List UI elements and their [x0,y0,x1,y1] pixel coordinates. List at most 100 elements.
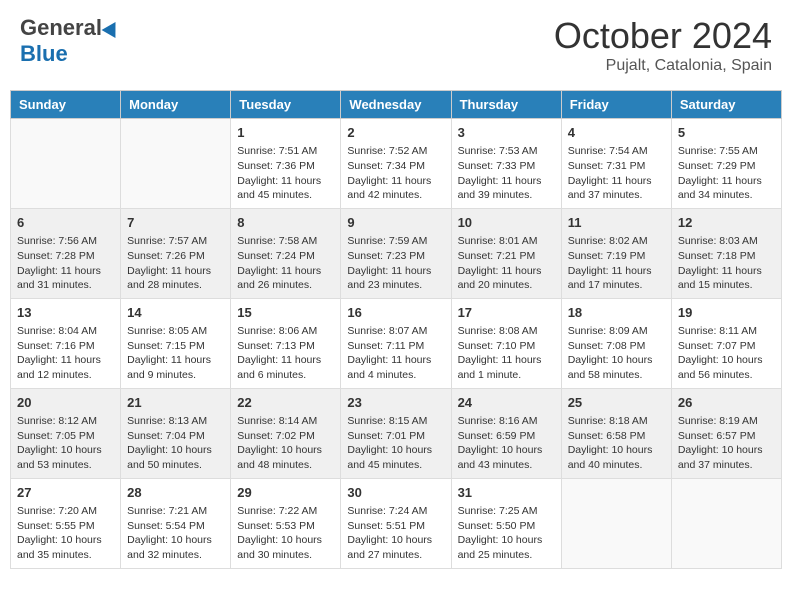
day-info: Sunrise: 8:03 AM Sunset: 7:18 PM Dayligh… [678,234,775,293]
day-info: Sunrise: 7:24 AM Sunset: 5:51 PM Dayligh… [347,504,444,563]
page-header: General Blue October 2024 Pujalt, Catalo… [10,10,782,80]
day-number: 10 [458,214,555,232]
calendar-day-cell [11,119,121,209]
logo-general-text: General [20,15,102,41]
day-info: Sunrise: 8:02 AM Sunset: 7:19 PM Dayligh… [568,234,665,293]
day-number: 29 [237,484,334,502]
calendar-day-cell: 6 Sunrise: 7:56 AM Sunset: 7:28 PM Daylig… [11,208,121,298]
calendar-day-cell: 20 Sunrise: 8:12 AM Sunset: 7:05 PM Dayli… [11,388,121,478]
location: Pujalt, Catalonia, Spain [554,57,772,75]
calendar-day-cell: 26Sunrise: 8:19 AM Sunset: 6:57 PM Dayli… [671,388,781,478]
day-number: 22 [237,394,334,412]
calendar-day-cell: 5Sunrise: 7:55 AM Sunset: 7:29 PM Daylig… [671,119,781,209]
day-number: 25 [568,394,665,412]
day-number: 13 [17,304,114,322]
calendar-week-row: 6 Sunrise: 7:56 AM Sunset: 7:28 PM Daylig… [11,208,782,298]
calendar-day-cell: 14 Sunrise: 8:05 AM Sunset: 7:15 PM Dayli… [121,298,231,388]
day-header-monday: Monday [121,91,231,119]
calendar-day-cell [121,119,231,209]
day-info: Sunrise: 7:20 AM Sunset: 5:55 PM Dayligh… [17,504,114,563]
calendar-day-cell: 4 Sunrise: 7:54 AM Sunset: 7:31 PM Daylig… [561,119,671,209]
calendar-day-cell: 22Sunrise: 8:14 AM Sunset: 7:02 PM Dayli… [231,388,341,478]
calendar-day-cell: 25 Sunrise: 8:18 AM Sunset: 6:58 PM Dayli… [561,388,671,478]
calendar-day-cell: 12 Sunrise: 8:03 AM Sunset: 7:18 PM Dayli… [671,208,781,298]
day-header-thursday: Thursday [451,91,561,119]
day-number: 7 [127,214,224,232]
month-title: October 2024 [554,15,772,57]
logo-triangle-icon [102,18,123,38]
calendar-week-row: 1Sunrise: 7:51 AM Sunset: 7:36 PM Daylig… [11,119,782,209]
day-number: 19 [678,304,775,322]
logo-blue-text: Blue [20,41,68,66]
day-number: 12 [678,214,775,232]
calendar-week-row: 20 Sunrise: 8:12 AM Sunset: 7:05 PM Dayli… [11,388,782,478]
day-info: Sunrise: 7:59 AM Sunset: 7:23 PM Dayligh… [347,234,444,293]
day-number: 2 [347,124,444,142]
day-number: 30 [347,484,444,502]
day-info: Sunrise: 8:08 AM Sunset: 7:10 PM Dayligh… [458,324,555,383]
calendar-day-cell: 2 Sunrise: 7:52 AM Sunset: 7:34 PM Daylig… [341,119,451,209]
day-info: Sunrise: 8:04 AM Sunset: 7:16 PM Dayligh… [17,324,114,383]
day-number: 21 [127,394,224,412]
calendar-day-cell: 10Sunrise: 8:01 AM Sunset: 7:21 PM Dayli… [451,208,561,298]
calendar-day-cell: 21Sunrise: 8:13 AM Sunset: 7:04 PM Dayli… [121,388,231,478]
calendar-day-cell: 19 Sunrise: 8:11 AM Sunset: 7:07 PM Dayli… [671,298,781,388]
calendar-table: SundayMondayTuesdayWednesdayThursdayFrid… [10,90,782,569]
day-info: Sunrise: 7:54 AM Sunset: 7:31 PM Dayligh… [568,144,665,203]
calendar-day-cell: 31Sunrise: 7:25 AM Sunset: 5:50 PM Dayli… [451,478,561,568]
calendar-day-cell: 29 Sunrise: 7:22 AM Sunset: 5:53 PM Dayli… [231,478,341,568]
day-header-saturday: Saturday [671,91,781,119]
logo: General Blue [20,15,120,67]
calendar-week-row: 13 Sunrise: 8:04 AM Sunset: 7:16 PM Dayli… [11,298,782,388]
day-info: Sunrise: 8:18 AM Sunset: 6:58 PM Dayligh… [568,414,665,473]
day-info: Sunrise: 8:09 AM Sunset: 7:08 PM Dayligh… [568,324,665,383]
calendar-day-cell: 16 Sunrise: 8:07 AM Sunset: 7:11 PM Dayli… [341,298,451,388]
day-info: Sunrise: 7:22 AM Sunset: 5:53 PM Dayligh… [237,504,334,563]
day-number: 24 [458,394,555,412]
day-number: 9 [347,214,444,232]
day-number: 17 [458,304,555,322]
calendar-day-cell: 27 Sunrise: 7:20 AM Sunset: 5:55 PM Dayli… [11,478,121,568]
calendar-day-cell: 18 Sunrise: 8:09 AM Sunset: 7:08 PM Dayli… [561,298,671,388]
day-number: 1 [237,124,334,142]
day-number: 3 [458,124,555,142]
day-number: 20 [17,394,114,412]
day-info: Sunrise: 8:19 AM Sunset: 6:57 PM Dayligh… [678,414,775,473]
day-number: 8 [237,214,334,232]
title-area: October 2024 Pujalt, Catalonia, Spain [554,15,772,75]
calendar-day-cell: 3Sunrise: 7:53 AM Sunset: 7:33 PM Daylig… [451,119,561,209]
calendar-day-cell: 11 Sunrise: 8:02 AM Sunset: 7:19 PM Dayli… [561,208,671,298]
calendar-day-cell: 24Sunrise: 8:16 AM Sunset: 6:59 PM Dayli… [451,388,561,478]
day-info: Sunrise: 8:05 AM Sunset: 7:15 PM Dayligh… [127,324,224,383]
day-number: 14 [127,304,224,322]
day-header-wednesday: Wednesday [341,91,451,119]
day-info: Sunrise: 8:07 AM Sunset: 7:11 PM Dayligh… [347,324,444,383]
calendar-day-cell: 30 Sunrise: 7:24 AM Sunset: 5:51 PM Dayli… [341,478,451,568]
calendar-header-row: SundayMondayTuesdayWednesdayThursdayFrid… [11,91,782,119]
calendar-day-cell: 8 Sunrise: 7:58 AM Sunset: 7:24 PM Daylig… [231,208,341,298]
day-info: Sunrise: 8:15 AM Sunset: 7:01 PM Dayligh… [347,414,444,473]
day-info: Sunrise: 7:52 AM Sunset: 7:34 PM Dayligh… [347,144,444,203]
day-number: 5 [678,124,775,142]
day-header-friday: Friday [561,91,671,119]
day-number: 27 [17,484,114,502]
calendar-day-cell [671,478,781,568]
day-number: 16 [347,304,444,322]
day-number: 6 [17,214,114,232]
calendar-day-cell: 28Sunrise: 7:21 AM Sunset: 5:54 PM Dayli… [121,478,231,568]
calendar-day-cell: 13 Sunrise: 8:04 AM Sunset: 7:16 PM Dayli… [11,298,121,388]
day-number: 28 [127,484,224,502]
day-info: Sunrise: 8:12 AM Sunset: 7:05 PM Dayligh… [17,414,114,473]
day-number: 4 [568,124,665,142]
calendar-day-cell: 15Sunrise: 8:06 AM Sunset: 7:13 PM Dayli… [231,298,341,388]
calendar-day-cell: 7 Sunrise: 7:57 AM Sunset: 7:26 PM Daylig… [121,208,231,298]
day-info: Sunrise: 7:58 AM Sunset: 7:24 PM Dayligh… [237,234,334,293]
day-info: Sunrise: 7:25 AM Sunset: 5:50 PM Dayligh… [458,504,555,563]
day-number: 11 [568,214,665,232]
day-info: Sunrise: 7:57 AM Sunset: 7:26 PM Dayligh… [127,234,224,293]
calendar-day-cell: 17 Sunrise: 8:08 AM Sunset: 7:10 PM Dayli… [451,298,561,388]
calendar-day-cell: 23Sunrise: 8:15 AM Sunset: 7:01 PM Dayli… [341,388,451,478]
day-info: Sunrise: 7:56 AM Sunset: 7:28 PM Dayligh… [17,234,114,293]
day-info: Sunrise: 8:11 AM Sunset: 7:07 PM Dayligh… [678,324,775,383]
day-number: 18 [568,304,665,322]
